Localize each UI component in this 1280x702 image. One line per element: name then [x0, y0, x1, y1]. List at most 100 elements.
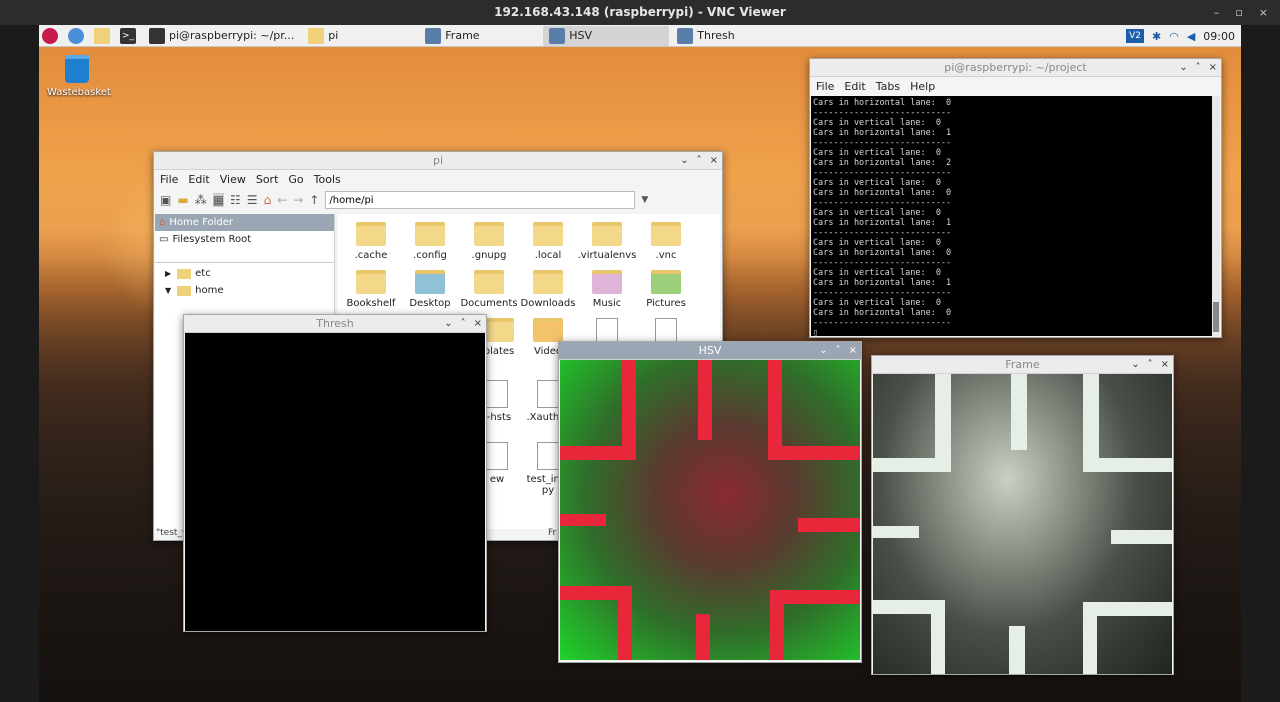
folder-icon: [484, 318, 514, 342]
terminal-scrollbar[interactable]: [1212, 96, 1220, 336]
music-folder-icon: [592, 270, 622, 294]
folder-item[interactable]: Music: [576, 270, 638, 309]
terminal-line: Cars in horizontal lane: 2: [813, 158, 952, 168]
hsv-maximize-button[interactable]: ˄: [836, 342, 841, 360]
fm-status-right: Fr: [548, 528, 557, 538]
window-icon: [677, 27, 694, 44]
sidebar-toggle-icon[interactable]: ▣: [160, 193, 171, 207]
vnc-close-button[interactable]: ×: [1259, 0, 1268, 25]
folder-item[interactable]: Pictures: [635, 270, 697, 309]
menu-tools[interactable]: Tools: [314, 173, 341, 186]
hsv-minimize-button[interactable]: ⌄: [819, 342, 827, 360]
globe-icon: [68, 27, 84, 44]
detail-view-icon[interactable]: ☰: [247, 193, 258, 207]
menu-go[interactable]: Go: [288, 173, 303, 186]
tree-item-etc[interactable]: ▶ etc: [155, 265, 334, 282]
task-frame[interactable]: Frame: [419, 26, 541, 46]
folder-item[interactable]: .gnupg: [458, 222, 520, 261]
folder-item[interactable]: .cache: [340, 222, 402, 261]
terminal-close-button[interactable]: ×: [1209, 59, 1217, 77]
window-icon: [425, 27, 442, 44]
fm-minimize-button[interactable]: ⌄: [680, 152, 688, 170]
back-icon[interactable]: ←: [277, 193, 287, 207]
folder-item[interactable]: .config: [399, 222, 461, 261]
terminal-scroll-thumb[interactable]: [1213, 302, 1219, 332]
vnc-server-icon[interactable]: V2: [1126, 29, 1144, 43]
menu-view[interactable]: View: [220, 173, 246, 186]
frame-titlebar[interactable]: Frame ⌄ ˄ ×: [872, 356, 1173, 374]
task-filemanager[interactable]: pi: [302, 26, 417, 46]
item-label: py: [541, 485, 555, 496]
terminal-title: pi@raspberrypi: ~/project: [944, 61, 1087, 74]
thresh-maximize-button[interactable]: ˄: [461, 315, 466, 333]
folder-item[interactable]: Downloads: [517, 270, 579, 309]
folder-item[interactable]: Documents: [458, 270, 520, 309]
bluetooth-icon[interactable]: ✱: [1152, 30, 1161, 43]
terminal-titlebar[interactable]: pi@raspberrypi: ~/project ⌄ ˄ ×: [810, 59, 1221, 77]
menu-edit[interactable]: Edit: [844, 80, 865, 93]
frame-maximize-button[interactable]: ˄: [1148, 356, 1153, 374]
task-label: Frame: [445, 29, 480, 42]
icon-view-icon[interactable]: ⁂: [195, 193, 207, 207]
list-view-icon[interactable]: ☷: [230, 193, 241, 207]
grid-view-icon[interactable]: ▦: [212, 193, 225, 207]
terminal-output[interactable]: Cars in horizontal lane: 0 --------------…: [811, 96, 1213, 336]
task-hsv[interactable]: HSV: [543, 25, 670, 46]
new-folder-icon[interactable]: ▬: [177, 193, 188, 207]
clock[interactable]: 09:00: [1203, 30, 1235, 43]
menu-edit[interactable]: Edit: [188, 173, 209, 186]
frame-close-button[interactable]: ×: [1161, 356, 1169, 374]
path-dropdown-icon[interactable]: ▼: [641, 195, 648, 205]
terminal-menubar: File Edit Tabs Help: [810, 77, 1221, 96]
frame-minimize-button[interactable]: ⌄: [1131, 356, 1139, 374]
task-terminal[interactable]: pi@raspberrypi: ~/pr...: [143, 26, 300, 46]
wastebasket-desktop-icon[interactable]: Wastebasket: [47, 55, 111, 98]
sidebar-item-home[interactable]: ⌂ Home Folder: [155, 214, 334, 231]
terminal-line: ---------------------------: [813, 228, 952, 238]
terminal-launcher[interactable]: >_: [117, 25, 143, 47]
folder-item[interactable]: Bookshelf: [340, 270, 402, 309]
terminal-line: ---------------------------: [813, 138, 952, 148]
vnc-restore-button[interactable]: ▫: [1235, 0, 1242, 25]
terminal-line: Cars in horizontal lane: 0: [813, 98, 952, 108]
folder-icon: [177, 285, 192, 296]
wifi-icon[interactable]: ◠: [1169, 30, 1179, 43]
terminal-line: Cars in horizontal lane: 1: [813, 278, 952, 288]
hsv-titlebar[interactable]: HSV ⌄ ˄ ×: [559, 342, 861, 360]
terminal-maximize-button[interactable]: ˄: [1196, 59, 1201, 77]
menu-help[interactable]: Help: [910, 80, 935, 93]
terminal-line: ---------------------------: [813, 318, 952, 328]
fm-titlebar[interactable]: pi ⌄ ˄ ×: [154, 152, 722, 170]
raspberry-menu-button[interactable]: [39, 25, 65, 47]
up-icon[interactable]: ↑: [309, 193, 319, 207]
fm-close-button[interactable]: ×: [710, 152, 718, 170]
menu-tabs[interactable]: Tabs: [876, 80, 900, 93]
tree-item-home[interactable]: ▼ home: [155, 282, 334, 299]
fm-maximize-button[interactable]: ˄: [697, 152, 702, 170]
thresh-minimize-button[interactable]: ⌄: [444, 315, 452, 333]
thresh-titlebar[interactable]: Thresh ⌄ ˄ ×: [184, 315, 486, 333]
folder-item[interactable]: Desktop: [399, 270, 461, 309]
terminal-minimize-button[interactable]: ⌄: [1179, 59, 1187, 77]
menu-file[interactable]: File: [160, 173, 178, 186]
browser-launcher[interactable]: [65, 25, 91, 47]
volume-icon[interactable]: ◀: [1187, 30, 1195, 43]
files-launcher[interactable]: [91, 25, 117, 47]
task-thresh[interactable]: Thresh: [671, 26, 791, 46]
folder-item[interactable]: .local: [517, 222, 579, 261]
menu-sort[interactable]: Sort: [256, 173, 279, 186]
item-label: Documents: [460, 298, 518, 309]
home-icon[interactable]: ⌂: [264, 193, 272, 207]
vnc-minimize-button[interactable]: –: [1214, 0, 1220, 25]
forward-icon[interactable]: →: [293, 193, 303, 207]
folder-item[interactable]: .virtualenvs: [576, 222, 638, 261]
hsv-close-button[interactable]: ×: [849, 342, 857, 360]
menu-file[interactable]: File: [816, 80, 834, 93]
fm-tree: ▶ etc ▼ home: [155, 262, 334, 299]
sidebar-item-filesystem[interactable]: ▭ Filesystem Root: [155, 231, 334, 248]
path-input[interactable]: [325, 191, 636, 209]
system-tray: V2 ✱ ◠ ◀ 09:00: [1126, 25, 1235, 47]
vnc-title: 192.168.43.148 (raspberrypi) - VNC Viewe…: [494, 5, 786, 19]
folder-item[interactable]: .vnc: [635, 222, 697, 261]
thresh-close-button[interactable]: ×: [474, 315, 482, 333]
